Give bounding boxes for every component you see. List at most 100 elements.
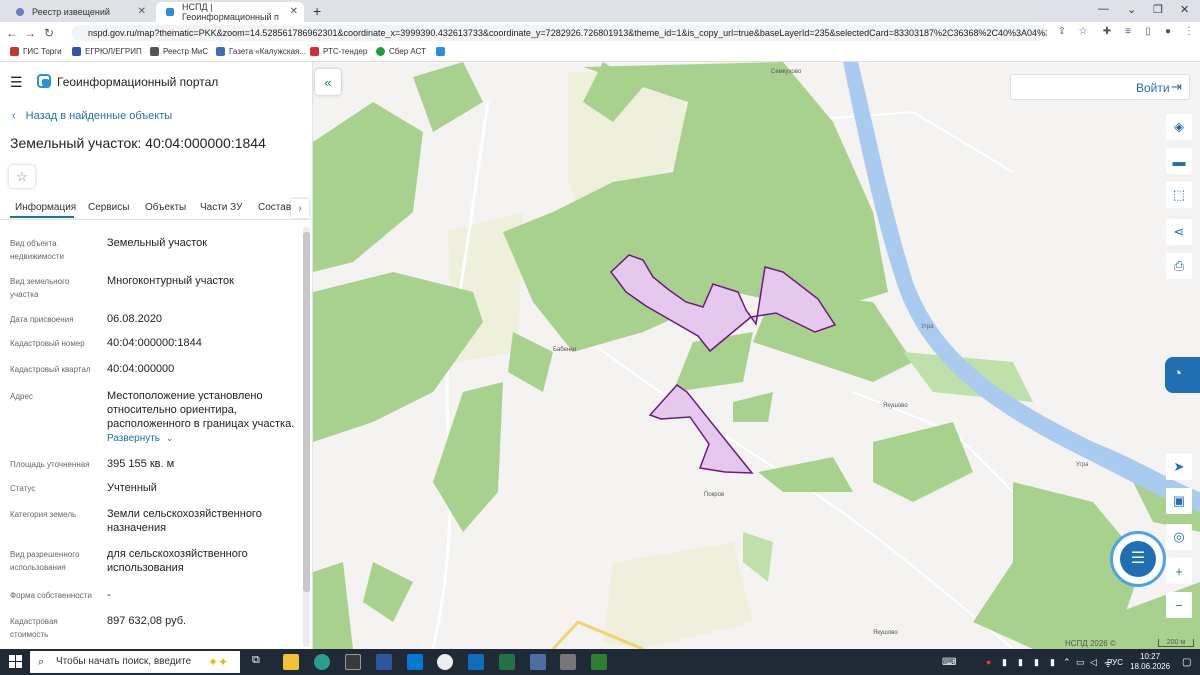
bookmark-item[interactable]: Газета «Калужская... [216, 47, 306, 56]
volume-icon[interactable]: ◁ [1090, 657, 1097, 668]
tray-app-icon[interactable]: ▮ [1018, 657, 1023, 668]
menu-icon[interactable]: ⋮ [1184, 27, 1194, 37]
select-area-icon: ⬚ [1172, 187, 1186, 202]
login-label: Войти [1136, 81, 1170, 95]
forward-icon[interactable]: → [24, 26, 36, 40]
restore-icon[interactable]: ❐ [1153, 3, 1163, 16]
edge-icon[interactable] [314, 654, 330, 670]
hamburger-menu-icon[interactable]: ☰ [10, 74, 23, 91]
navigate-button[interactable]: ➤ [1166, 454, 1192, 480]
tab-objects[interactable]: Объекты [145, 202, 186, 213]
print-button[interactable]: ⎙ [1166, 253, 1192, 279]
windows-start-icon[interactable] [9, 655, 22, 673]
chevron-down-icon: ⌄ [166, 433, 174, 443]
extensions-icon[interactable]: ✚ [1102, 27, 1112, 37]
profile-icon[interactable]: ● [1163, 27, 1173, 37]
scrollbar-thumb[interactable] [303, 232, 310, 592]
network-icon[interactable]: ▭ [1076, 657, 1085, 668]
layers-button[interactable]: ◈ [1166, 114, 1192, 140]
minimize-icon[interactable]: — [1098, 3, 1109, 15]
tab-services[interactable]: Сервисы [88, 202, 129, 213]
active-tab-indicator [10, 216, 74, 218]
field-value: для сельскохозяйственного использования [107, 548, 248, 574]
bookmark-icon [72, 47, 81, 56]
reload-icon[interactable]: ↻ [44, 26, 54, 40]
excel-icon[interactable] [499, 654, 515, 670]
chevron-up-icon[interactable]: ⌃ [1063, 657, 1071, 668]
portal-logo-icon [37, 74, 51, 93]
app-icon[interactable] [560, 654, 576, 670]
back-icon[interactable]: ← [6, 26, 18, 40]
zoom-out-button[interactable]: − [1166, 592, 1192, 618]
bookmark-item[interactable]: Сбер АСТ [376, 47, 426, 56]
store-icon[interactable] [345, 654, 361, 670]
close-window-icon[interactable]: ✕ [1180, 3, 1189, 16]
tray-app-icon[interactable]: ▮ [1002, 657, 1007, 668]
tabs-scroll-right-button[interactable]: › [291, 199, 309, 218]
notifications-icon[interactable]: ▢ [1182, 657, 1191, 668]
portal-title: Геоинформационный портал [57, 75, 219, 89]
star-icon[interactable]: ☆ [1078, 27, 1088, 37]
browser-tab-registry[interactable]: Реестр извещений ✕ [6, 2, 152, 22]
reading-list-icon[interactable]: ≡ [1123, 27, 1133, 37]
assistant-tab-button[interactable]: ◔ [1165, 357, 1200, 393]
bookmark-icon [150, 47, 159, 56]
clock-time[interactable]: 10:27 [1140, 652, 1160, 661]
river-label: Угра [1076, 462, 1089, 468]
collapse-panel-button[interactable]: « [315, 69, 341, 95]
taskbar-search-field[interactable]: ⌕ Чтобы начать поиск, введите ✦✦ [30, 651, 240, 673]
tab-composition[interactable]: Состав [258, 202, 291, 213]
tab-title: Реестр извещений [32, 7, 110, 17]
sidebar-icon[interactable]: ▯ [1143, 27, 1153, 37]
word-icon[interactable] [376, 654, 392, 670]
measure-button[interactable]: ▬ [1166, 148, 1192, 174]
mail-icon[interactable] [407, 654, 423, 670]
close-tab-icon[interactable]: ✕ [138, 6, 146, 17]
bookmark-item[interactable]: РТС-тендер [310, 47, 367, 56]
tab-info[interactable]: Информация [15, 202, 76, 213]
outlook-icon[interactable] [468, 654, 484, 670]
language-indicator[interactable]: РУС [1107, 658, 1123, 667]
chat-button[interactable]: ☰ [1110, 531, 1166, 587]
star-outline-icon: ☆ [16, 169, 28, 184]
field-label: Вид земельного участка [10, 277, 70, 299]
locate-button[interactable]: ◎ [1166, 524, 1192, 550]
bookmark-item[interactable] [436, 47, 449, 56]
map-view[interactable]: Семкухово Бабенки Якушово Покров Якушово… [313, 62, 1200, 649]
map-attribution: НСПД 2026 © [1065, 639, 1116, 648]
home-app-icon[interactable] [591, 654, 607, 670]
favorite-star-button[interactable]: ☆ [9, 165, 35, 188]
scrollbar-track[interactable] [303, 227, 310, 647]
file-explorer-icon[interactable] [283, 654, 299, 670]
url-field[interactable]: nspd.gov.ru/map?thematic=PKK&zoom=14.528… [72, 25, 1047, 41]
keyboard-icon[interactable]: ⌨ [942, 657, 956, 668]
chevron-right-icon: › [298, 203, 302, 214]
sparkle-icon: ✦✦ [208, 655, 229, 669]
basemap-button[interactable]: ▣ [1166, 488, 1192, 514]
bookmark-item[interactable]: Реестр МиС [150, 47, 208, 56]
clock-date[interactable]: 18.06.2026 [1130, 662, 1170, 671]
chrome-icon[interactable] [437, 654, 453, 670]
chevron-down-icon[interactable]: ⌄ [1127, 3, 1136, 16]
tray-app-icon[interactable]: ▮ [1034, 657, 1039, 668]
field-label: Вид разрешенного использования [10, 550, 80, 572]
share-icon[interactable]: ⇪ [1057, 27, 1067, 37]
task-view-icon[interactable]: ⧉ [252, 654, 260, 667]
opera-icon[interactable]: ● [986, 657, 991, 667]
select-area-button[interactable]: ⬚ [1166, 182, 1192, 208]
bookmark-item[interactable]: ГИС Торги [10, 47, 62, 56]
login-button[interactable]: Войти ⇥ [1010, 74, 1190, 100]
browser-tab-nspd[interactable]: НСПД | Геоинформационный п ✕ [156, 2, 304, 22]
share-button[interactable]: ⋖ [1166, 219, 1192, 245]
bookmark-item[interactable]: ЕГРЮЛ/ЕГРИП [72, 47, 142, 56]
tray-app-icon[interactable]: ▮ [1050, 657, 1055, 668]
zoom-in-button[interactable]: + [1166, 558, 1192, 584]
field-value: 395 155 кв. м [107, 458, 175, 470]
calculator-icon[interactable] [530, 654, 546, 670]
close-tab-icon[interactable]: ✕ [290, 6, 298, 17]
new-tab-icon[interactable]: + [313, 3, 321, 19]
tab-parts[interactable]: Части ЗУ [200, 202, 242, 213]
expand-address-link[interactable]: Развернуть ⌄ [107, 433, 174, 444]
back-to-results-link[interactable]: ‹ Назад в найденные объекты [12, 110, 172, 122]
bookmark-icon [310, 47, 319, 56]
